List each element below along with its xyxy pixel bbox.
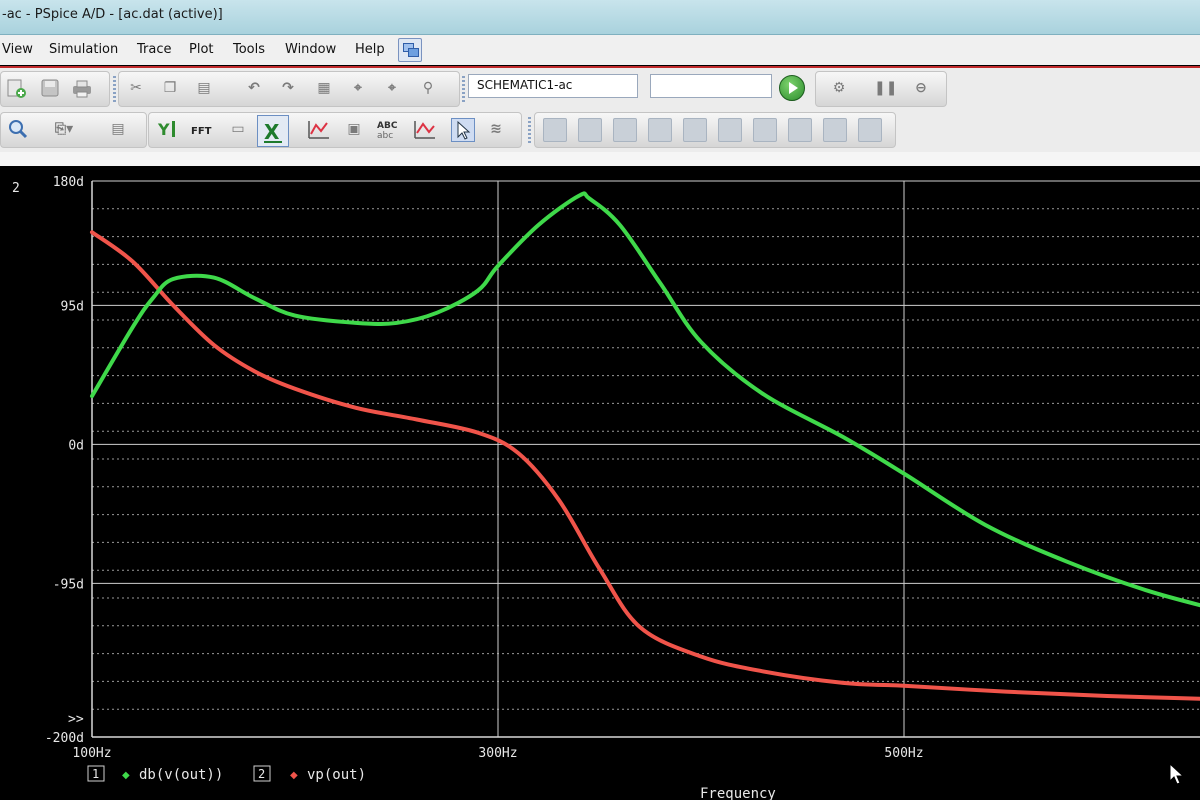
probe-tool-icon[interactable] [683,118,707,142]
probe-tools-group [534,112,896,148]
display-dropdown-icon[interactable]: ⎘▾ [53,118,75,140]
save-icon[interactable] [39,77,61,99]
menu-plot[interactable]: Plot [189,42,214,57]
plot-window[interactable]: 180d95d0d-95d-200d 100Hz300Hz500Hz700 2 … [0,166,1200,800]
toolbar-row-1: ✂ ❐ ▤ ↶ ↷ ▦ ⌖ ⌖ ⚲ SCHEMATIC1-ac ⚙ ❚❚ ⊖ [0,68,1200,108]
y-tick-label: -200d [45,731,84,746]
menu-bar: View Simulation Trace Plot Tools Window … [0,35,1200,65]
probe-tool-icon[interactable] [613,118,637,142]
undo-icon[interactable]: ↶ [243,77,265,99]
plot-tools-group: Y FFT ▭ X ▣ ABC abc ≋ [148,112,522,148]
y-tick-label: 95d [61,299,84,314]
x-tick-label: 300Hz [478,746,517,761]
window-title: -ac - PSpice A/D - [ac.dat (active)] [2,7,223,22]
y-axis-icon[interactable]: Y [157,118,179,140]
redo-icon[interactable]: ↷ [277,77,299,99]
play-icon[interactable] [779,75,805,101]
secondary-select[interactable] [650,74,772,98]
fft-icon[interactable]: FFT [191,118,213,140]
probe-icon[interactable]: ⚲ [417,77,439,99]
menu-view[interactable]: View [2,42,33,57]
menu-help[interactable]: Help [355,42,385,57]
window-tile-icon[interactable] [398,38,422,62]
legend-marker-2: ◆ [290,770,298,781]
svg-text:abc: abc [377,131,393,140]
x-tick-label: 100Hz [72,746,111,761]
probe-tool-icon[interactable] [578,118,602,142]
toolbar-grip[interactable] [113,76,116,102]
svg-text:Y: Y [157,120,170,139]
x-tick-label: 500Hz [884,746,923,761]
overflow-marker: >> [68,712,84,727]
mark-data-icon[interactable] [413,118,435,140]
edit-tools-group: ✂ ❐ ▤ ↶ ↷ ▦ ⌖ ⌖ ⚲ [118,71,460,107]
menu-simulation[interactable]: Simulation [49,42,118,57]
cursor-icon[interactable] [451,118,475,142]
view-tools-group: ⎘▾ ▤ [0,112,147,148]
probe-tool-icon[interactable] [648,118,672,142]
stop-icon[interactable]: ⊖ [910,77,932,99]
add-trace-icon[interactable] [307,118,329,140]
y-tick-label: 180d [53,175,84,190]
toolbar-separator [0,152,1200,167]
mouse-pointer-icon [1169,762,1185,785]
abc-label: ABC [377,121,398,131]
waveform-icon[interactable]: ≋ [485,118,507,140]
legend-label-1: db(v(out)) [139,767,223,783]
probe-tool-icon[interactable] [858,118,882,142]
performance-icon[interactable]: ▭ [227,118,249,140]
probe-tool-icon[interactable] [823,118,847,142]
toolbar-row-2: ⎘▾ ▤ Y FFT ▭ X ▣ ABC abc ≋ [0,108,1200,152]
y-axis-number: 2 [12,181,20,196]
simulation-profile-value: SCHEMATIC1-ac [477,78,573,92]
run-tools-group: ⚙ ❚❚ ⊖ [815,71,947,107]
print-icon[interactable] [71,77,93,99]
svg-text:X: X [264,120,280,144]
probe-tool-icon[interactable] [788,118,812,142]
legend-index-1: 1 [92,767,99,781]
title-bar: -ac - PSpice A/D - [ac.dat (active)] [0,0,1200,35]
document-icon[interactable]: ▤ [107,118,129,140]
probe-tool-icon[interactable] [718,118,742,142]
legend-index-2: 2 [258,767,265,781]
zoom-icon[interactable] [7,118,29,140]
window-icon[interactable]: ▣ [343,118,365,140]
x-axis-label: Frequency [700,786,776,800]
text-label-icon[interactable]: ABC abc [377,118,399,141]
probe-tool-icon[interactable] [753,118,777,142]
marker-icon[interactable]: ⌖ [347,77,369,99]
menu-tools[interactable]: Tools [233,42,265,57]
marker-icon-2[interactable]: ⌖ [381,77,403,99]
file-tools-group [0,71,110,107]
toolbar-grip[interactable] [528,117,531,143]
paste-icon[interactable]: ▤ [193,77,215,99]
legend-marker-1: ◆ [122,770,130,781]
toolbar-grip[interactable] [462,76,465,102]
copy-icon[interactable]: ❐ [159,77,181,99]
new-doc-icon[interactable] [5,77,27,99]
y-tick-label: 0d [68,438,84,453]
cut-icon[interactable]: ✂ [125,77,147,99]
menu-window[interactable]: Window [285,42,336,57]
simulation-profile-select[interactable]: SCHEMATIC1-ac [468,74,638,98]
probe-tool-icon[interactable] [543,118,567,142]
excel-icon[interactable]: X [257,115,289,147]
fft-label: FFT [191,126,212,137]
menu-trace[interactable]: Trace [137,42,172,57]
legend-label-2: vp(out) [307,767,366,783]
y-tick-label: -95d [53,577,84,592]
pause-icon[interactable]: ❚❚ [874,77,897,99]
settings-icon[interactable]: ⚙ [828,77,850,99]
document-icon[interactable]: ▦ [313,77,335,99]
